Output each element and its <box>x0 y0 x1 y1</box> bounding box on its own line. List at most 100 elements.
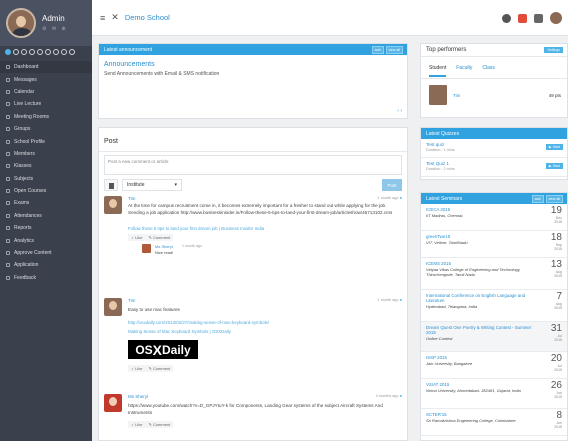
seminars-title: Latest Seminars <box>426 195 463 202</box>
sidebar-item-exams[interactable]: Exams <box>0 197 92 209</box>
profile-icons[interactable]: ⚙ ✉ ⊕ <box>42 26 68 32</box>
school-title[interactable]: Demo School <box>125 13 170 22</box>
tab-class[interactable]: Class <box>482 65 495 78</box>
sidebar-item-calendar[interactable]: Calendar <box>0 86 92 98</box>
quiz-title[interactable]: Test Quiz 1 <box>426 161 562 166</box>
sidebar-item-open-courses[interactable]: Open Courses <box>0 185 92 197</box>
sidebar-item-label: Groups <box>14 126 31 133</box>
quiz-title[interactable]: Test quiz <box>426 142 562 147</box>
menu-icon[interactable]: ≡ <box>100 13 105 23</box>
feed: Tim 1 month ago At the time for campus r… <box>99 196 407 440</box>
seminar-name[interactable]: Dream Quest One Poetry & Writing Contest… <box>426 325 536 335</box>
performer-avatar[interactable] <box>429 85 447 105</box>
sidebar-item-subjects[interactable]: Subjects <box>0 173 92 185</box>
seminar-name[interactable]: greenTwe15 <box>426 234 536 239</box>
seminar-year: 2015 <box>554 425 562 429</box>
audience-select[interactable]: Institute ▾ <box>122 179 182 191</box>
sidebar-item-analytics[interactable]: Analytics <box>0 234 92 246</box>
seminar-name[interactable]: VSIAT 2015 <box>426 382 536 387</box>
bell-icon[interactable] <box>502 13 511 23</box>
add-seminar-button[interactable]: add <box>531 195 544 203</box>
calendar-icon <box>6 89 10 94</box>
theme-dot[interactable] <box>13 49 19 55</box>
author-name[interactable]: Ms Sheryl <box>128 394 148 399</box>
sidebar-item-attendances[interactable]: Attendances <box>0 210 92 222</box>
view-all-announcements-button[interactable]: view all <box>385 46 403 54</box>
seminars-panel: Latest Seminars add view all ICECA 2015 … <box>420 192 568 441</box>
start-quiz-button[interactable]: ▶ Start <box>545 163 563 169</box>
sidebar-item-feedback[interactable]: Feedback <box>0 272 92 284</box>
start-quiz-button[interactable]: ▶ Start <box>545 144 563 150</box>
seminar-name[interactable]: SCTER'15 <box>426 412 536 417</box>
add-announcement-button[interactable]: add <box>371 46 384 54</box>
sidebar-item-approve-content[interactable]: Approve Content <box>0 247 92 259</box>
reply-author[interactable]: Ms Sheryl <box>155 244 173 249</box>
comment-button[interactable]: ✎ Comment <box>148 422 170 427</box>
theme-dot[interactable] <box>37 49 43 55</box>
top-performers-panel: Top performers Settings Student Faculty … <box>420 43 568 118</box>
sidebar-item-application[interactable]: Application <box>0 259 92 271</box>
author-avatar[interactable] <box>104 196 122 214</box>
comment-input[interactable]: Post a new comment or article <box>104 155 402 175</box>
view-all-seminars-button[interactable]: view all <box>545 195 563 203</box>
post-panel: Post Post a new comment or article Insti… <box>98 127 408 441</box>
announcement-pager[interactable]: ‹ › <box>397 108 402 114</box>
seminar-name[interactable]: ICEMS 2015 <box>426 261 536 266</box>
like-button[interactable]: ♁ Like <box>131 366 142 371</box>
post-link[interactable]: Making Sense of Mac Keyboard Symbols | O… <box>128 329 394 335</box>
sidebar-item-groups[interactable]: Groups <box>0 123 92 135</box>
author-avatar[interactable] <box>104 394 122 412</box>
seminar-date: 20 Jul 2015 <box>551 354 562 373</box>
comment-button[interactable]: ✎ Comment <box>148 366 170 371</box>
seminar-year: 2015 <box>554 220 562 224</box>
osxdaily-logo[interactable]: OS X Daily <box>128 340 198 359</box>
tab-faculty[interactable]: Faculty <box>456 65 472 78</box>
theme-dot[interactable] <box>53 49 59 55</box>
theme-dot[interactable] <box>45 49 51 55</box>
sidebar-item-members[interactable]: Members <box>0 148 92 160</box>
performer-points: 49 pts <box>548 93 561 98</box>
like-button[interactable]: ♁ Like <box>131 422 142 427</box>
theme-dot[interactable] <box>29 49 35 55</box>
comment-button[interactable]: ✎ Comment <box>148 235 170 240</box>
post-link[interactable]: Follow these 5 tips to land your first d… <box>128 226 394 232</box>
file-icon[interactable] <box>104 179 118 191</box>
seminar-name[interactable]: ISSP 2015 <box>426 355 536 360</box>
post-url[interactable]: http://osxdaily.com/2013/03/27/making-se… <box>128 320 394 326</box>
theme-dot[interactable] <box>61 49 67 55</box>
sidebar-item-school-profile[interactable]: School Profile <box>0 135 92 147</box>
sidebar-item-live-lecture[interactable]: Live Lecture <box>0 98 92 110</box>
tab-student[interactable]: Student <box>429 65 447 77</box>
sidebar-item-meeting-rooms[interactable]: Meeting Rooms <box>0 111 92 123</box>
theme-dot[interactable] <box>5 49 11 55</box>
reply-avatar[interactable] <box>142 244 151 253</box>
like-button[interactable]: ♁ Like <box>131 235 142 240</box>
sidebar-item-messages[interactable]: Messages <box>0 73 92 85</box>
sidebar-item-label: Reports <box>14 225 32 232</box>
avatar[interactable] <box>6 8 36 38</box>
message-icon[interactable] <box>534 13 543 23</box>
announcement-title[interactable]: Announcements <box>104 61 407 68</box>
theme-dot[interactable] <box>69 49 75 55</box>
sidebar-item-dashboard[interactable]: Dashboard <box>0 61 92 74</box>
author-name[interactable]: Tim <box>128 196 135 201</box>
post-button[interactable]: Post <box>382 179 402 191</box>
sidebar-item-label: Members <box>14 150 35 157</box>
author-avatar[interactable] <box>104 298 122 316</box>
seminar-place: Sri Ramakrishna Engineering College, Coi… <box>426 418 516 424</box>
settings-button[interactable]: Settings <box>544 47 563 53</box>
performer-name[interactable]: Tim <box>453 93 460 98</box>
sidebar-item-reports[interactable]: Reports <box>0 222 92 234</box>
seminar-year: 2015 <box>554 306 562 310</box>
seminar-name[interactable]: International Conference on English Lang… <box>426 293 536 303</box>
close-icon[interactable]: ✕ <box>111 12 119 23</box>
author-name[interactable]: Tim <box>128 298 135 303</box>
theme-dot[interactable] <box>21 49 27 55</box>
seminar-name[interactable]: ICECA 2015 <box>426 207 536 212</box>
seminar-date: 8 Jun 2015 <box>554 411 562 430</box>
user-avatar[interactable] <box>550 12 562 24</box>
quiz-duration: Duration : 2 mins <box>426 167 455 171</box>
notification-badge[interactable] <box>518 13 527 23</box>
clock-icon <box>6 213 10 218</box>
sidebar-item-klasses[interactable]: Klasses <box>0 160 92 172</box>
